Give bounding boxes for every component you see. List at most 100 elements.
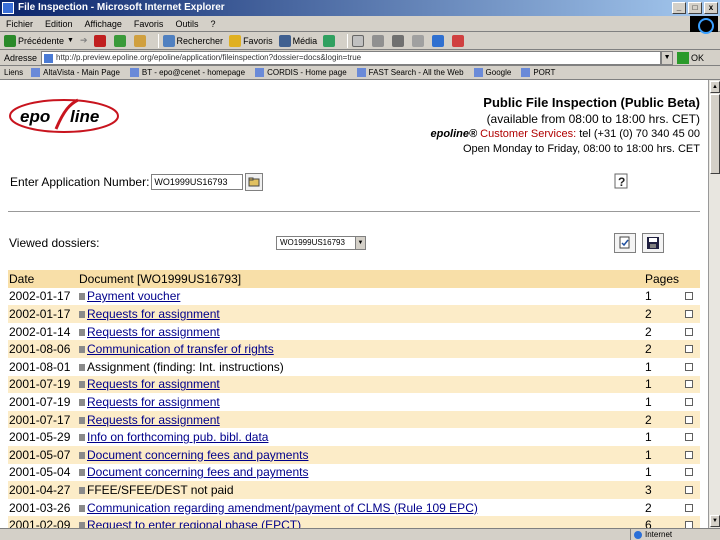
row-document: Document concerning fees and payments: [78, 446, 644, 464]
select-checkbox[interactable]: [685, 485, 693, 494]
close-button[interactable]: x: [704, 2, 718, 14]
select-checkbox[interactable]: [685, 503, 693, 512]
menu-view[interactable]: Affichage: [85, 19, 122, 29]
select-checkbox[interactable]: [685, 521, 693, 528]
edit-icon: [392, 34, 405, 47]
research-button[interactable]: [452, 34, 466, 47]
home-button[interactable]: [133, 34, 148, 47]
scroll-down-icon[interactable]: ▼: [710, 515, 720, 527]
row-select: [684, 288, 700, 306]
row-date: 2002-01-17: [9, 306, 71, 321]
select-checkbox[interactable]: [685, 415, 693, 424]
customer-services-link[interactable]: Customer Services:: [480, 128, 576, 140]
document-link[interactable]: Payment voucher: [87, 289, 180, 303]
row-pages: 2: [645, 500, 652, 515]
open-dossier-button[interactable]: [245, 173, 264, 191]
select-checkbox[interactable]: [685, 327, 693, 336]
history-button[interactable]: [323, 34, 337, 47]
select-checkbox[interactable]: [685, 309, 693, 318]
help-icon[interactable]: ?: [613, 172, 629, 190]
table-row: 2001-02-09 Request to enter regional phas…: [8, 516, 700, 528]
select-checkbox[interactable]: [685, 362, 693, 371]
search-button[interactable]: Rechercher: [162, 34, 223, 47]
row-document: Document concerning fees and payments: [78, 464, 644, 482]
document-link[interactable]: Document concerning fees and payments: [87, 448, 308, 462]
table-row: 2001-05-04 Document concerning fees and p…: [8, 463, 700, 482]
link-cordis[interactable]: CORDIS - Home page: [255, 68, 347, 77]
link-altavista[interactable]: AltaVista - Main Page: [31, 68, 120, 77]
minimize-button[interactable]: _: [672, 2, 686, 14]
link-label: CORDIS - Home page: [267, 68, 347, 77]
link-fast-search[interactable]: FAST Search - All the Web: [356, 68, 464, 77]
discuss-button[interactable]: [412, 34, 426, 47]
link-espacenet[interactable]: BT - epo@cenet - homepage: [129, 68, 245, 77]
row-document: Assignment (finding: Int. instructions): [78, 358, 644, 376]
page-icon: [521, 68, 531, 77]
bullet-icon: [79, 310, 85, 318]
media-button[interactable]: Média: [278, 34, 317, 47]
menu-edit[interactable]: Edition: [45, 19, 73, 29]
application-number-input[interactable]: [151, 174, 244, 190]
document-link[interactable]: Requests for assignment: [87, 413, 220, 427]
refresh-button[interactable]: [113, 34, 128, 47]
row-pages: 1: [645, 289, 652, 304]
back-arrow-icon: [4, 34, 16, 47]
mail-button[interactable]: [352, 34, 366, 47]
select-checkbox[interactable]: [685, 468, 693, 477]
forward-button[interactable]: ➔: [80, 35, 88, 46]
page-icon: [255, 68, 265, 77]
document-link[interactable]: Communication of transfer of rights: [87, 342, 274, 356]
document-link[interactable]: Requests for assignment: [87, 395, 220, 409]
document-link[interactable]: FFEE/SFEE/DEST not paid: [87, 483, 234, 497]
row-pages: 1: [645, 430, 652, 445]
link-port[interactable]: PORT: [521, 68, 555, 77]
row-pages: 6: [645, 518, 652, 528]
scroll-thumb[interactable]: [710, 94, 720, 174]
vertical-scrollbar[interactable]: ▲ ▼: [708, 80, 720, 528]
edit-button[interactable]: [392, 34, 406, 47]
document-link[interactable]: Requests for assignment: [87, 325, 220, 339]
messenger-button[interactable]: [432, 34, 446, 47]
address-input[interactable]: http://p.preview.epoline.org/epoline/app…: [41, 50, 662, 65]
refresh-icon: [113, 34, 126, 47]
ie-throbber-icon: [690, 16, 718, 34]
row-date: 2002-01-17: [9, 289, 71, 304]
bullet-icon: [79, 504, 85, 512]
row-select: [684, 358, 700, 376]
link-google[interactable]: Google: [473, 68, 511, 77]
menu-help[interactable]: ?: [210, 19, 215, 29]
favorites-button[interactable]: Favoris: [229, 34, 273, 47]
status-bar: Internet: [0, 528, 720, 540]
select-checkbox[interactable]: [685, 450, 693, 459]
document-link[interactable]: Communication regarding amendment/paymen…: [87, 501, 478, 515]
compare-button[interactable]: [614, 233, 636, 253]
go-button[interactable]: OK: [677, 51, 704, 64]
select-checkbox[interactable]: [685, 292, 693, 301]
document-link[interactable]: Requests for assignment: [87, 307, 220, 321]
address-dropdown-icon[interactable]: ▼: [661, 50, 674, 65]
select-checkbox[interactable]: [685, 380, 693, 389]
stop-button[interactable]: [93, 34, 108, 47]
document-link[interactable]: Document concerning fees and payments: [87, 465, 308, 479]
document-link[interactable]: Requests for assignment: [87, 377, 220, 391]
scroll-up-icon[interactable]: ▲: [710, 81, 720, 93]
menu-favorites[interactable]: Favoris: [134, 19, 164, 29]
menu-tools[interactable]: Outils: [175, 19, 198, 29]
document-link[interactable]: Info on forthcoming pub. bibl. data: [87, 430, 268, 444]
menu-file[interactable]: Fichier: [6, 19, 33, 29]
print-icon: [372, 34, 385, 47]
row-document: FFEE/SFEE/DEST not paid: [78, 481, 644, 499]
back-button[interactable]: Précédente ▼: [4, 34, 74, 47]
select-checkbox[interactable]: [685, 397, 693, 406]
document-link[interactable]: Request to enter regional phase (EPCT): [87, 518, 301, 528]
document-link[interactable]: Assignment (finding: Int. instructions): [87, 360, 284, 374]
row-document: Communication of transfer of rights: [78, 340, 644, 358]
select-checkbox[interactable]: [685, 345, 693, 354]
favorites-label: Favoris: [243, 35, 273, 46]
viewed-dossiers-select[interactable]: WO1999US16793 ▼: [276, 236, 366, 250]
messenger-icon: [432, 34, 445, 47]
maximize-button[interactable]: □: [688, 2, 702, 14]
print-button[interactable]: [372, 34, 386, 47]
save-button[interactable]: [642, 233, 664, 253]
select-checkbox[interactable]: [685, 433, 693, 442]
